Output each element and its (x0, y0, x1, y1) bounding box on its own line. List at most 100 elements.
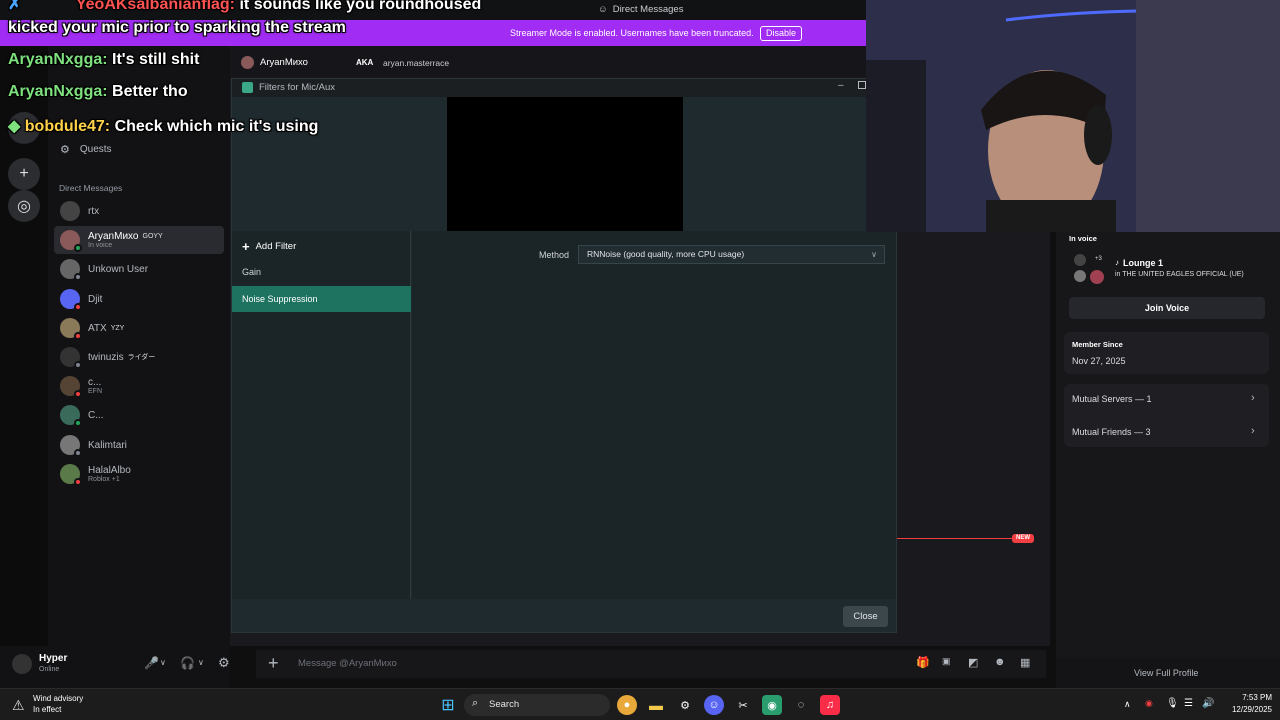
folder-icon[interactable]: ▬ (646, 695, 666, 715)
filter-item-noise-suppression[interactable]: Noise Suppression (232, 286, 411, 312)
message-composer: + Message @AryanМихо 🎁 ▣ ◩ ☻ ▦ (256, 650, 1046, 678)
maximize-icon[interactable] (858, 81, 866, 89)
voice-count: +3 (1095, 256, 1102, 262)
tray-icon[interactable]: ◉ (1145, 698, 1153, 709)
volume-icon[interactable]: 🔊 (1202, 698, 1214, 709)
gift-icon[interactable]: 🎁 (916, 656, 930, 669)
filters-titlebar: Filters for Mic/Aux – (232, 79, 896, 97)
mutual-servers[interactable]: Mutual Servers — 1 (1072, 394, 1152, 404)
weather-icon[interactable]: ⚠ (12, 697, 25, 714)
mutual-friends[interactable]: Mutual Friends — 3 (1072, 427, 1151, 437)
music-icon[interactable]: ♫ (820, 695, 840, 715)
add-filter-button[interactable]: + Add Filter (242, 239, 296, 254)
microphone-icon[interactable]: 🎤 (144, 656, 159, 670)
avatar (60, 376, 82, 398)
status-dot (74, 478, 82, 486)
dm-item[interactable]: HalalAlbo Roblox +1 (54, 460, 224, 488)
search-icon: ⌕ (472, 697, 479, 709)
discord-icon[interactable]: ☺ (704, 695, 724, 715)
dm-tag: GOYY (142, 233, 163, 240)
discord-icon: ☺ (598, 4, 608, 15)
webcam-feed (866, 0, 1280, 232)
message-input[interactable]: Message @AryanМихо (298, 658, 397, 669)
minimize-icon[interactable]: – (838, 80, 844, 91)
dm-item[interactable]: rtx (54, 197, 224, 225)
view-full-profile[interactable]: View Full Profile (1056, 658, 1280, 688)
dm-item[interactable]: AryanМихо GOYY In voice (54, 226, 224, 254)
plus-icon[interactable]: + (268, 653, 279, 674)
sidebar-item-quests[interactable]: ⚙ Quests (60, 143, 112, 156)
apps-icon[interactable]: ▦ (1020, 656, 1030, 669)
chrome-icon[interactable]: ● (617, 695, 637, 715)
taskbar-search[interactable]: ⌕ Search (464, 694, 610, 716)
server-avatar (1090, 270, 1104, 284)
dm-tag: YZY (110, 324, 125, 332)
dm-item[interactable]: twinuzis ライダー (54, 343, 224, 371)
headphones-icon[interactable]: 🎧 (180, 656, 195, 670)
obs-icon[interactable]: ◉ (762, 695, 782, 715)
filters-title: Filters for Mic/Aux (259, 82, 336, 93)
server-rail: + ◎ (0, 46, 48, 646)
chevron-down-icon[interactable]: ∨ (160, 658, 166, 667)
member-since-date: Nov 27, 2025 (1072, 356, 1126, 366)
app-icon[interactable]: ◌ (791, 695, 811, 715)
dm-item[interactable]: c... EFN (54, 372, 224, 400)
chat-message: ◆ bobdule47: Check which mic it's using (8, 118, 319, 135)
avatar (60, 435, 82, 457)
filter-properties: Method RNNoise (good quality, more CPU u… (412, 231, 896, 599)
disable-streamer-mode-button[interactable]: Disable (760, 26, 802, 41)
filters-dialog: Filters for Mic/Aux – + Add Filter Gain … (231, 78, 897, 633)
weather-sub: In effect (33, 705, 62, 714)
chevron-up-icon[interactable]: ∧ (1124, 699, 1131, 710)
dm-item[interactable]: Djit (54, 285, 224, 313)
clock[interactable]: 7:53 PM 12/29/2025 (1222, 692, 1272, 716)
close-button[interactable]: Close (843, 606, 888, 627)
avatar (60, 289, 82, 311)
windows-start-icon[interactable]: ⊞ (438, 695, 458, 715)
aka-label: AKA (356, 58, 374, 67)
steam-icon[interactable]: ⚙ (675, 695, 695, 715)
chat-message: ✗ YeoAKsalbanianflag: it sounds like you… (8, 0, 481, 14)
status-dot (74, 361, 82, 369)
sticker-icon[interactable]: ◩ (968, 656, 978, 669)
dm-tag: ライダー (127, 354, 156, 361)
dm-item[interactable]: Unkown User (54, 255, 224, 283)
webcam-image (866, 0, 1280, 232)
filter-item-gain[interactable]: Gain (232, 259, 411, 285)
in-voice-label: In voice (1069, 234, 1097, 243)
dm-name: ATX (88, 322, 107, 334)
gif-icon[interactable]: ▣ (942, 656, 951, 667)
chevron-down-icon[interactable]: ∨ (198, 658, 204, 667)
avatar (60, 230, 82, 252)
microphone-icon[interactable]: 🎙 (1166, 698, 1179, 709)
avatar (60, 464, 82, 486)
status-dot (74, 273, 82, 281)
dm-item[interactable]: C... (54, 401, 224, 429)
streamer-mode-message: Streamer Mode is enabled. Usernames have… (510, 28, 754, 38)
join-voice-button[interactable]: Join Voice (1069, 297, 1265, 319)
add-server-icon[interactable]: + (8, 158, 40, 190)
avatar (60, 201, 80, 221)
dm-name: Kalimtari (88, 439, 127, 451)
avatar (60, 259, 82, 281)
wifi-icon[interactable]: ☰ (1184, 698, 1193, 709)
gear-icon[interactable]: ⚙ (218, 655, 230, 671)
dm-name: Djit (88, 293, 103, 305)
status-dot (74, 244, 82, 252)
new-badge: NEW (1012, 534, 1034, 543)
discover-icon[interactable]: ◎ (8, 190, 40, 222)
dm-header: Direct Messages (59, 183, 123, 193)
status-dot (74, 419, 82, 427)
emoji-icon[interactable]: ☻ (994, 656, 1006, 668)
dm-name: HalalAlbo (88, 465, 131, 476)
method-select[interactable]: RNNoise (good quality, more CPU usage) ∨ (578, 245, 885, 264)
dm-item[interactable]: Kalimtari (54, 431, 224, 459)
weather-title: Wind advisory (33, 694, 84, 703)
voice-channel[interactable]: ♪ Lounge 1 (1115, 258, 1163, 268)
avatar[interactable] (12, 654, 32, 674)
capcut-icon[interactable]: ✂ (733, 695, 753, 715)
badge-icon: ✗ (8, 0, 22, 13)
quests-icon: ⚙ (60, 144, 70, 156)
dm-item[interactable]: ATX YZY (54, 314, 224, 342)
chevron-right-icon: › (1251, 392, 1255, 404)
